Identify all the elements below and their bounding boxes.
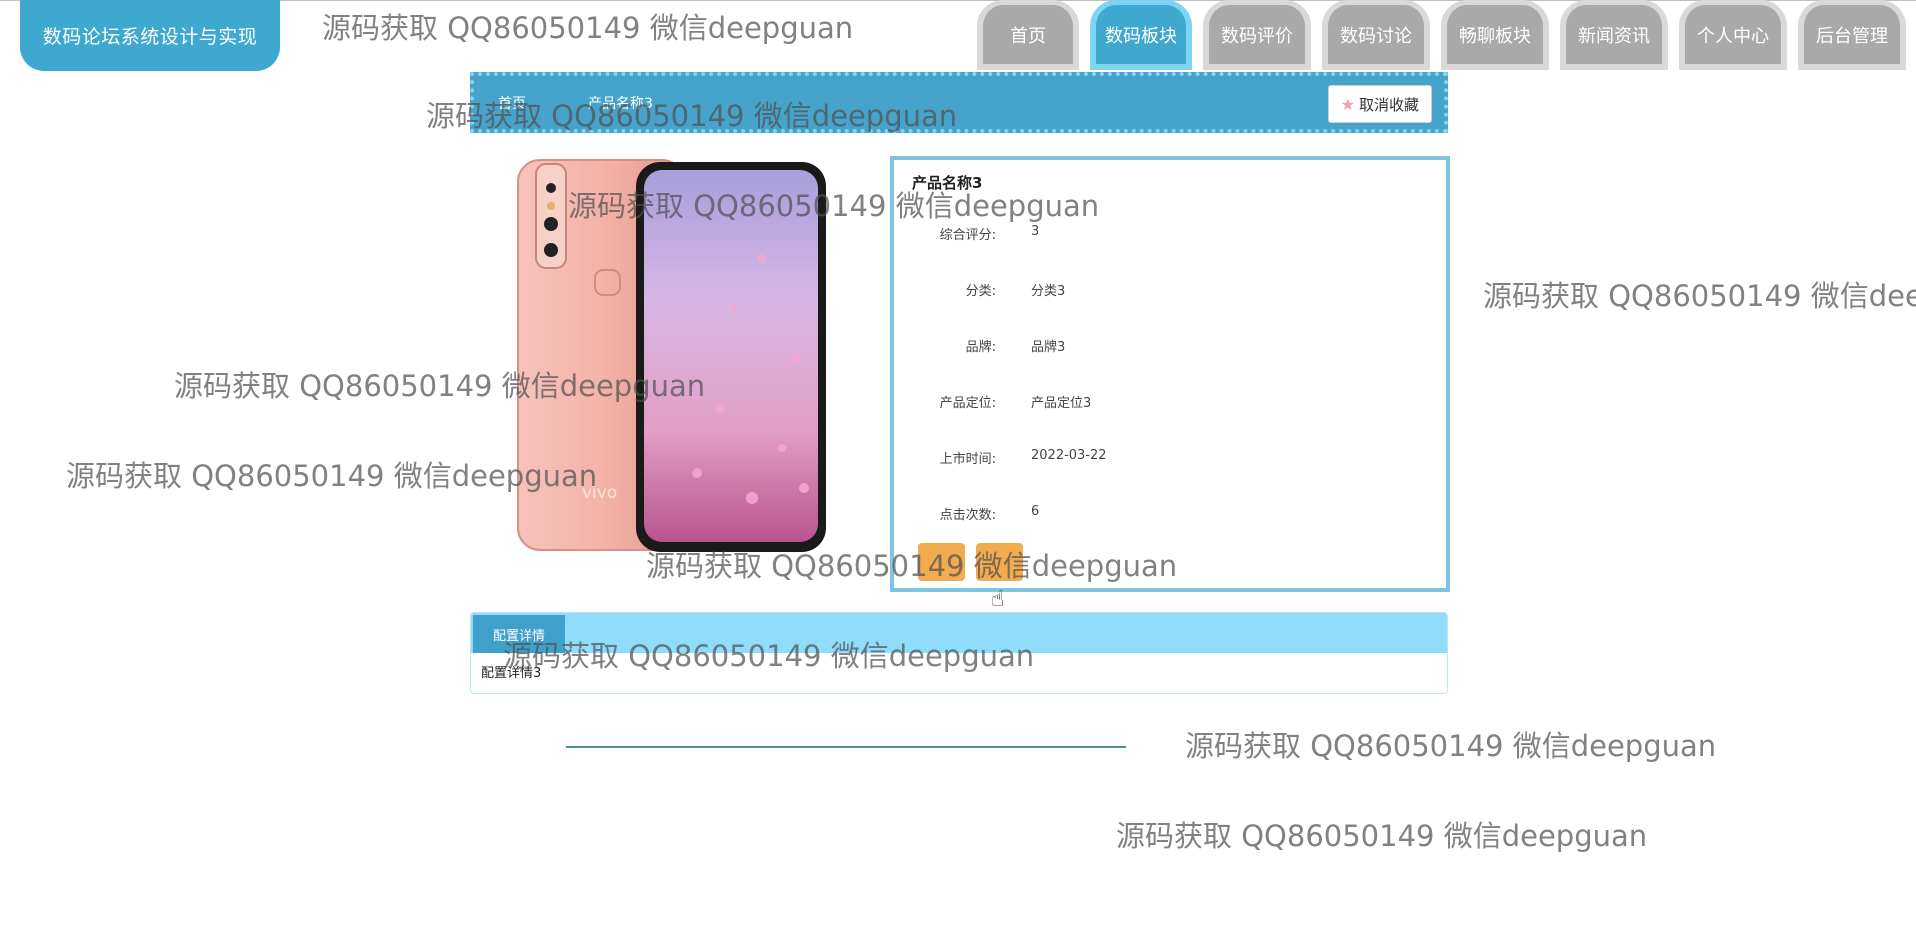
field-label: 综合评分: bbox=[939, 228, 996, 243]
nav-news[interactable]: 新闻资讯 bbox=[1560, 0, 1668, 70]
field-click-count: 点击次数: 6 bbox=[894, 504, 1446, 524]
phone-screen bbox=[644, 170, 818, 542]
watermark-text: 源码获取 QQ86050149 微信deepguan bbox=[1116, 819, 1648, 853]
field-value: 分类3 bbox=[1031, 284, 1066, 299]
field-value: 3 bbox=[1031, 224, 1040, 239]
camera-flash bbox=[547, 202, 555, 210]
field-value: 2022-03-22 bbox=[1031, 448, 1107, 463]
config-detail-content: 配置详情3 bbox=[481, 666, 542, 681]
star-icon: ★ bbox=[1340, 94, 1355, 114]
nav-digital-discussion[interactable]: 数码讨论 bbox=[1322, 0, 1430, 70]
field-value: 品牌3 bbox=[1031, 340, 1066, 355]
watermark-text: 源码获取 QQ86050149 微信deepguan bbox=[1185, 729, 1717, 763]
breadcrumb-current: 产品名称3 bbox=[588, 95, 653, 112]
product-image: vivo bbox=[517, 159, 826, 552]
nav-digital-board[interactable]: 数码板块 bbox=[1090, 0, 1192, 70]
brand-mark: vivo bbox=[582, 483, 617, 503]
field-brand: 品牌: 品牌3 bbox=[894, 336, 1446, 356]
mouse-pointer-icon: ☝ bbox=[991, 587, 1005, 612]
breadcrumb: 首页 产品名称3 ★ 取消收藏 bbox=[470, 72, 1448, 133]
nav-digital-review[interactable]: 数码评价 bbox=[1203, 0, 1311, 70]
camera-lens bbox=[546, 183, 556, 193]
field-label: 分类: bbox=[965, 284, 996, 299]
field-rating: 综合评分: 3 bbox=[894, 224, 1446, 244]
cancel-favorite-button[interactable]: ★ 取消收藏 bbox=[1327, 85, 1432, 123]
field-category: 分类: 分类3 bbox=[894, 280, 1446, 300]
divider-line bbox=[566, 746, 1126, 748]
config-detail-panel: 配置详情 配置详情3 bbox=[470, 612, 1448, 694]
camera-lens bbox=[544, 243, 558, 257]
breadcrumb-home[interactable]: 首页 bbox=[498, 93, 526, 113]
highlight-button[interactable] bbox=[918, 543, 965, 581]
site-logo-title[interactable]: 数码论坛系统设计与实现 bbox=[20, 0, 280, 71]
field-label: 点击次数: bbox=[939, 508, 996, 523]
field-positioning: 产品定位: 产品定位3 bbox=[894, 392, 1446, 412]
nav-home[interactable]: 首页 bbox=[977, 0, 1079, 70]
field-label: 上市时间: bbox=[939, 452, 996, 467]
nav-chat-board[interactable]: 畅聊板块 bbox=[1441, 0, 1549, 70]
main-nav: 首页 数码板块 数码评价 数码讨论 畅聊板块 新闻资讯 个人中心 后台管理 bbox=[977, 0, 1906, 70]
field-release-date: 上市时间: 2022-03-22 bbox=[894, 448, 1446, 468]
product-name: 产品名称3 bbox=[912, 174, 983, 192]
cancel-favorite-label: 取消收藏 bbox=[1358, 95, 1419, 114]
field-label: 产品定位: bbox=[939, 396, 996, 411]
watermark-text: 源码获取 QQ86050149 微信deepguan bbox=[1483, 279, 1916, 313]
highlight-button[interactable] bbox=[976, 543, 1023, 581]
nav-personal-center[interactable]: 个人中心 bbox=[1679, 0, 1787, 70]
field-label: 品牌: bbox=[965, 340, 996, 355]
watermark-text: 源码获取 QQ86050149 微信deepguan bbox=[322, 11, 854, 45]
tab-config-detail[interactable]: 配置详情 bbox=[473, 615, 565, 653]
nav-admin[interactable]: 后台管理 bbox=[1798, 0, 1906, 70]
config-detail-header: 配置详情 bbox=[471, 613, 1447, 653]
field-value: 产品定位3 bbox=[1031, 396, 1092, 411]
product-info-box: 产品名称3 综合评分: 3 分类: 分类3 品牌: 品牌3 产品定位: 产品定位… bbox=[890, 156, 1450, 592]
field-value: 6 bbox=[1031, 504, 1040, 519]
camera-lens bbox=[544, 217, 558, 231]
